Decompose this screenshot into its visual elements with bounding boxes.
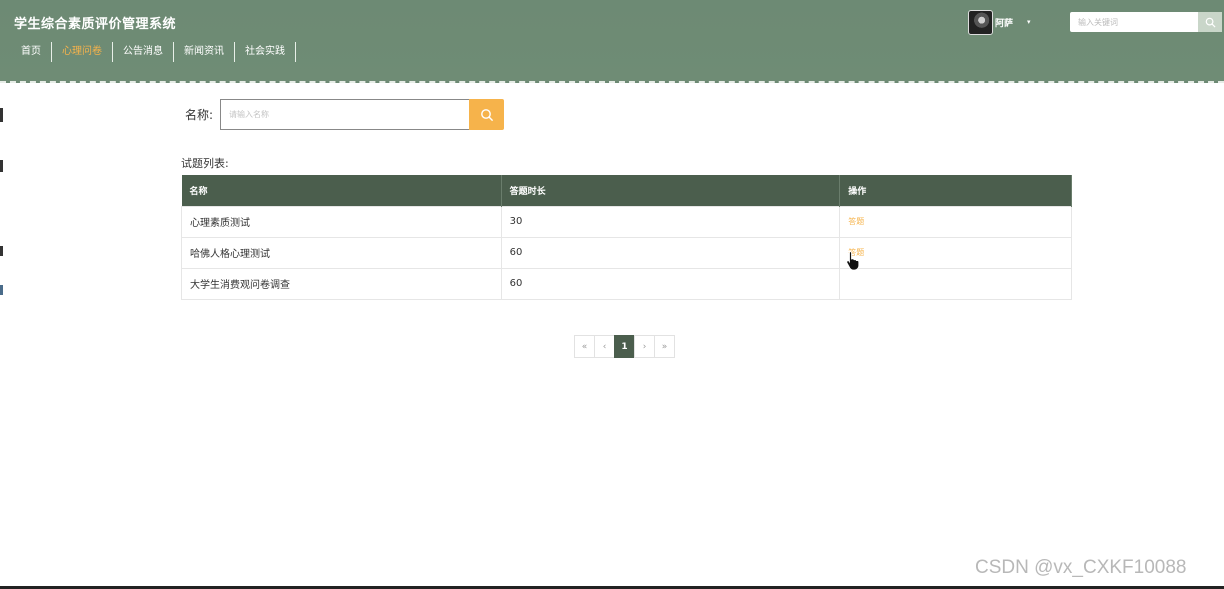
pagination-last-button[interactable]: »: [654, 335, 675, 358]
edge-mark: [0, 108, 3, 122]
table-row: 哈佛人格心理测试 60 答题: [181, 236, 1072, 269]
header: 学生综合素质评价管理系统 首页 心理问卷 公告消息 新闻资讯 社会实践 阿萨 ▾: [0, 0, 1224, 83]
column-header-action: 操作: [839, 175, 1072, 206]
cell-duration: 60: [500, 267, 841, 300]
header-search-input[interactable]: [1070, 12, 1198, 32]
answer-link[interactable]: 答题: [848, 217, 864, 226]
site-title: 学生综合素质评价管理系统: [14, 17, 177, 32]
nav-item-home[interactable]: 首页: [11, 42, 52, 62]
pagination: « ‹ 1 › »: [574, 335, 675, 358]
name-filter-label: 名称:: [185, 108, 214, 122]
cell-action: [839, 267, 1072, 300]
avatar[interactable]: [968, 9, 993, 35]
edge-mark: [0, 285, 3, 295]
header-search: [1070, 12, 1222, 32]
cell-action: 答题: [839, 236, 1072, 269]
pagination-page-button[interactable]: 1: [614, 335, 635, 358]
cell-duration: 60: [500, 236, 841, 269]
header-search-button[interactable]: [1198, 12, 1222, 32]
hand-cursor-icon: [846, 251, 860, 270]
edge-mark: [0, 246, 3, 256]
table-row: 心理素质测试 30 答题: [181, 205, 1072, 238]
pagination-prev-button[interactable]: ‹: [594, 335, 615, 358]
pagination-first-button[interactable]: «: [574, 335, 595, 358]
watermark: CSDN @vx_CXKF10088: [975, 557, 1187, 578]
pagination-next-button[interactable]: ›: [634, 335, 655, 358]
nav-item-announcements[interactable]: 公告消息: [113, 42, 174, 62]
search-icon: [480, 108, 493, 121]
question-table: 名称 答题时长 操作 心理素质测试 30 答题 哈佛人格心理测试 60 答题 大…: [181, 175, 1072, 300]
search-icon: [1205, 17, 1216, 28]
nav-item-news[interactable]: 新闻资讯: [174, 42, 235, 62]
username[interactable]: 阿萨: [995, 16, 1013, 29]
cell-action: 答题: [839, 205, 1072, 238]
name-filter-input[interactable]: [220, 99, 469, 130]
column-header-duration: 答题时长: [501, 175, 841, 206]
cell-name: 心理素质测试: [181, 205, 502, 238]
name-filter-search-button[interactable]: [469, 99, 504, 130]
cell-name: 大学生消费观问卷调查: [181, 267, 502, 300]
main-nav: 首页 心理问卷 公告消息 新闻资讯 社会实践: [11, 41, 296, 63]
question-list-title: 试题列表:: [181, 157, 229, 170]
cell-duration: 30: [500, 205, 841, 238]
cell-name: 哈佛人格心理测试: [181, 236, 502, 269]
table-row: 大学生消费观问卷调查 60: [181, 267, 1072, 300]
table-header-row: 名称 答题时长 操作: [181, 175, 1072, 206]
chevron-down-icon[interactable]: ▾: [1027, 18, 1031, 26]
nav-item-psych-questionnaire[interactable]: 心理问卷: [52, 42, 113, 62]
nav-item-social-practice[interactable]: 社会实践: [235, 42, 296, 62]
user-menu[interactable]: 阿萨 ▾: [968, 9, 1031, 35]
edge-mark: [0, 160, 3, 172]
column-header-name: 名称: [181, 175, 502, 206]
